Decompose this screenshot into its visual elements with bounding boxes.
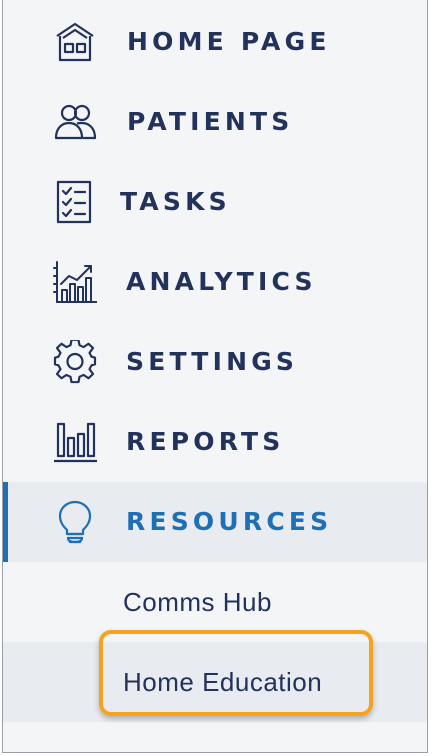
nav-label-analytics: ANALYTICS: [126, 267, 317, 296]
bar-chart-icon: [53, 420, 97, 464]
lightbulb-icon: [53, 500, 97, 544]
nav-label-reports: REPORTS: [126, 427, 285, 456]
nav-item-analytics[interactable]: ANALYTICS: [3, 242, 427, 322]
sub-label-comms-hub: Comms Hub: [123, 587, 272, 617]
sub-item-home-education[interactable]: Home Education: [3, 630, 427, 722]
nav-item-patients[interactable]: PATIENTS: [3, 82, 427, 162]
nav-item-settings[interactable]: SETTINGS: [3, 322, 427, 402]
nav-label-tasks: TASKS: [120, 187, 231, 216]
patients-icon: [53, 100, 97, 144]
sub-label-home-education: Home Education: [123, 667, 323, 697]
nav-item-reports[interactable]: REPORTS: [3, 402, 427, 482]
task-list-icon: [53, 180, 97, 224]
nav-label-home-page: HOME PAGE: [127, 27, 331, 56]
nav-label-settings: SETTINGS: [126, 347, 299, 376]
active-indicator: [3, 482, 8, 562]
analytics-chart-icon: [53, 260, 97, 304]
sidebar-nav: HOME PAGE PATIENTS TASKS ANALYTICS SETTI…: [2, 0, 428, 753]
nav-item-resources[interactable]: RESOURCES: [3, 482, 427, 562]
nav-label-patients: PATIENTS: [127, 107, 294, 136]
gear-icon: [53, 340, 97, 384]
nav-item-home-page[interactable]: HOME PAGE: [3, 2, 427, 82]
nav-item-tasks[interactable]: TASKS: [3, 162, 427, 242]
house-icon: [53, 20, 97, 64]
nav-label-resources: RESOURCES: [126, 507, 333, 536]
